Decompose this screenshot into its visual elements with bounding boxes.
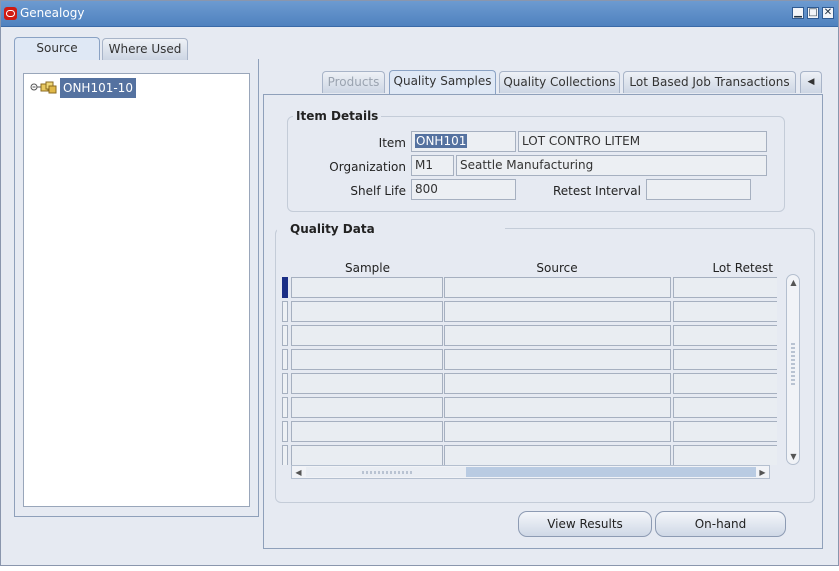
source-cell[interactable] — [444, 397, 671, 418]
horizontal-scrollbar[interactable]: ◀ ▶ — [291, 465, 770, 479]
item-field[interactable]: ONH101 — [411, 131, 516, 152]
row-indicator[interactable] — [282, 277, 288, 298]
sample-cell[interactable] — [291, 325, 443, 346]
shelf-life-field[interactable]: 800 — [411, 179, 516, 200]
horizontal-scroll-track[interactable] — [466, 467, 756, 477]
tab-quality-samples[interactable]: Quality Samples — [389, 70, 496, 94]
tab-quality-collections[interactable]: Quality Collections — [499, 71, 620, 93]
lot-retest-cell[interactable] — [673, 277, 777, 298]
sample-cell[interactable] — [291, 277, 443, 298]
sample-cell[interactable] — [291, 301, 443, 322]
scroll-up-arrow-icon[interactable]: ▲ — [788, 277, 799, 288]
column-header-sample: Sample — [345, 261, 390, 275]
organization-name-field[interactable]: Seattle Manufacturing — [456, 155, 767, 176]
sample-cell[interactable] — [291, 421, 443, 442]
source-cell[interactable] — [444, 373, 671, 394]
row-indicator[interactable] — [282, 397, 288, 418]
source-cell[interactable] — [444, 277, 671, 298]
close-button[interactable]: ✕ — [822, 7, 834, 19]
retest-interval-label: Retest Interval — [553, 184, 641, 198]
row-indicator[interactable] — [282, 301, 288, 322]
tree-node-onh101-10[interactable]: ONH101-10 — [60, 78, 136, 98]
shelf-life-label: Shelf Life — [350, 184, 406, 198]
lot-retest-cell[interactable] — [673, 445, 777, 465]
view-results-button[interactable]: View Results — [518, 511, 652, 537]
scroll-left-arrow-icon[interactable]: ◀ — [293, 467, 304, 478]
sample-cell[interactable] — [291, 397, 443, 418]
window-title: Genealogy — [20, 6, 85, 20]
scroll-right-arrow-icon[interactable]: ▶ — [757, 467, 768, 478]
source-cell[interactable] — [444, 325, 671, 346]
sample-cell[interactable] — [291, 445, 443, 465]
lot-retest-cell[interactable] — [673, 397, 777, 418]
scroll-down-arrow-icon[interactable]: ▼ — [788, 451, 799, 462]
row-indicator[interactable] — [282, 349, 288, 370]
lot-retest-cell[interactable] — [673, 301, 777, 322]
horizontal-scroll-thumb[interactable] — [306, 467, 467, 477]
quality-data-grid — [282, 277, 777, 465]
tab-scroll-left-button[interactable]: ◀ — [800, 71, 822, 93]
row-indicator[interactable] — [282, 373, 288, 394]
title-bar[interactable]: Genealogy ▁ □ ✕ — [1, 1, 838, 27]
item-details-title: Item Details — [293, 109, 382, 123]
tab-products: Products — [322, 71, 385, 93]
retest-interval-field[interactable] — [646, 179, 751, 200]
lot-retest-cell[interactable] — [673, 421, 777, 442]
on-hand-button[interactable]: On-hand — [655, 511, 786, 537]
maximize-button[interactable]: □ — [807, 7, 819, 19]
source-cell[interactable] — [444, 301, 671, 322]
vertical-scrollbar[interactable]: ▲ ▼ — [786, 274, 800, 465]
lot-retest-cell[interactable] — [673, 325, 777, 346]
source-cell[interactable] — [444, 421, 671, 442]
tab-source[interactable]: Source — [14, 37, 100, 60]
organization-code-field[interactable]: M1 — [411, 155, 454, 176]
minimize-button[interactable]: ▁ — [792, 7, 804, 19]
scroll-thumb-grip-icon[interactable] — [791, 343, 795, 387]
lot-retest-cell[interactable] — [673, 373, 777, 394]
column-header-source: Source — [536, 261, 578, 275]
quality-data-title: Quality Data — [287, 222, 378, 236]
sample-cell[interactable] — [291, 349, 443, 370]
tab-lot-based-job-transactions[interactable]: Lot Based Job Transactions — [623, 71, 796, 93]
row-indicator[interactable] — [282, 445, 288, 465]
organization-label: Organization — [329, 160, 406, 174]
source-cell[interactable] — [444, 349, 671, 370]
genealogy-tree[interactable]: ONH101-10 — [23, 73, 250, 507]
tab-where-used[interactable]: Where Used — [102, 38, 188, 60]
sample-cell[interactable] — [291, 373, 443, 394]
lot-retest-cell[interactable] — [673, 349, 777, 370]
item-value: ONH101 — [415, 134, 468, 148]
item-description-field[interactable]: LOT CONTRO LITEM — [518, 131, 767, 152]
row-indicator[interactable] — [282, 421, 288, 442]
oracle-logo-icon — [4, 7, 17, 20]
row-indicator[interactable] — [282, 325, 288, 346]
lot-tree-icon — [30, 81, 57, 94]
source-cell[interactable] — [444, 445, 671, 465]
scroll-thumb-grip-icon — [362, 471, 412, 474]
column-header-lot-retest: Lot Retest — [712, 261, 773, 275]
item-label: Item — [378, 136, 406, 150]
genealogy-window: Genealogy ▁ □ ✕ Source Where Used ONH101… — [0, 0, 839, 566]
